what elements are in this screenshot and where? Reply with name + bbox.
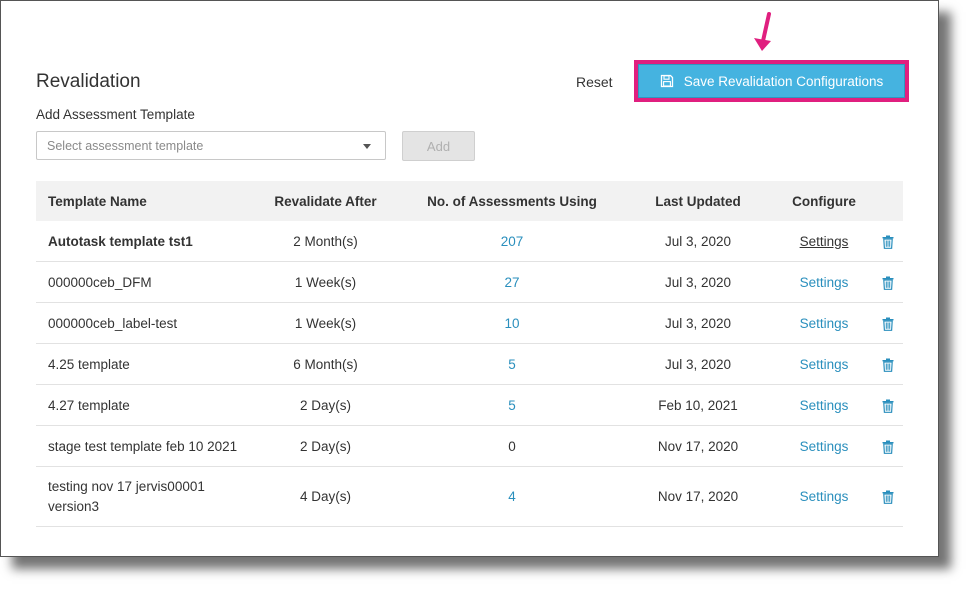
assessment-count-link[interactable]: 10 xyxy=(504,316,519,331)
assessment-count-link[interactable]: 5 xyxy=(508,357,516,372)
add-button[interactable]: Add xyxy=(402,131,475,161)
last-updated: Jul 3, 2020 xyxy=(664,356,732,372)
assessment-template-select[interactable]: Select assessment template xyxy=(36,131,386,160)
trash-icon[interactable] xyxy=(882,399,894,413)
template-name: 4.25 template xyxy=(48,356,130,372)
table-row: testing nov 17 jervis00001 version3 4 Da… xyxy=(36,467,903,527)
settings-link[interactable]: Settings xyxy=(800,398,849,413)
select-placeholder: Select assessment template xyxy=(47,138,204,153)
last-updated: Jul 3, 2020 xyxy=(664,233,732,249)
settings-link[interactable]: Settings xyxy=(800,275,849,290)
settings-link[interactable]: Settings xyxy=(800,357,849,372)
settings-link[interactable]: Settings xyxy=(800,234,849,249)
trash-icon[interactable] xyxy=(882,276,894,290)
caret-down-icon xyxy=(363,144,371,149)
column-header: Last Updated xyxy=(655,193,741,209)
last-updated: Jul 3, 2020 xyxy=(664,274,732,290)
assessment-count-link[interactable]: 27 xyxy=(504,275,519,290)
save-button-label: Save Revalidation Configurations xyxy=(683,73,884,89)
column-header: No. of Assessments Using xyxy=(427,193,597,209)
page-title: Revalidation xyxy=(36,71,141,92)
revalidate-after: 1 Week(s) xyxy=(294,315,357,331)
template-name: Autotask template tst1 xyxy=(48,233,193,249)
save-revalidation-button[interactable]: Save Revalidation Configurations xyxy=(638,64,905,98)
revalidate-after: 2 Month(s) xyxy=(293,233,358,249)
settings-link[interactable]: Settings xyxy=(800,439,849,454)
trash-icon[interactable] xyxy=(882,490,894,505)
revalidate-after: 1 Week(s) xyxy=(294,274,357,290)
template-name: 000000ceb_label-test xyxy=(48,315,178,331)
column-header: Configure xyxy=(792,193,856,209)
assessment-count-link[interactable]: 5 xyxy=(508,398,516,413)
table-row: Autotask template tst1 2 Month(s) 207 Ju… xyxy=(36,221,903,262)
templates-table: Template Name Revalidate After No. of As… xyxy=(36,181,903,527)
floppy-disk-icon xyxy=(660,74,673,88)
template-name: 000000ceb_DFM xyxy=(48,274,152,290)
table-row: stage test template feb 10 2021 2 Day(s)… xyxy=(36,426,903,467)
trash-icon[interactable] xyxy=(882,235,894,249)
column-header: Template Name xyxy=(48,193,147,209)
table-row: 4.25 template 6 Month(s) 5 Jul 3, 2020 S… xyxy=(36,344,903,385)
add-template-label: Add Assessment Template xyxy=(36,107,195,122)
settings-link[interactable]: Settings xyxy=(800,489,849,504)
assessment-count: 0 xyxy=(508,438,516,454)
revalidate-after: 4 Day(s) xyxy=(299,489,351,504)
last-updated: Nov 17, 2020 xyxy=(657,438,739,454)
revalidate-after: 2 Day(s) xyxy=(299,397,351,413)
annotation-arrow-icon xyxy=(754,12,771,51)
table-header: Template Name Revalidate After No. of As… xyxy=(36,181,903,221)
template-name: stage test template feb 10 2021 xyxy=(48,438,238,454)
last-updated: Feb 10, 2021 xyxy=(658,397,738,413)
assessment-count-link[interactable]: 4 xyxy=(508,489,516,504)
trash-icon[interactable] xyxy=(882,317,894,331)
last-updated: Jul 3, 2020 xyxy=(664,315,732,331)
column-header: Revalidate After xyxy=(274,193,377,209)
table-row: 000000ceb_DFM 1 Week(s) 27 Jul 3, 2020 S… xyxy=(36,262,903,303)
settings-link[interactable]: Settings xyxy=(800,316,849,331)
trash-icon[interactable] xyxy=(882,440,894,454)
table-row: 4.27 template 2 Day(s) 5 Feb 10, 2021 Se… xyxy=(36,385,903,426)
reset-button[interactable]: Reset xyxy=(576,74,613,90)
trash-icon[interactable] xyxy=(882,358,894,372)
revalidate-after: 6 Month(s) xyxy=(293,356,358,372)
revalidation-panel: Revalidation Reset Save Revalidation Con… xyxy=(0,0,939,557)
revalidate-after: 2 Day(s) xyxy=(299,438,351,454)
last-updated: Nov 17, 2020 xyxy=(657,489,739,504)
assessment-count-link[interactable]: 207 xyxy=(501,234,524,249)
template-name: testing nov 17 jervis00001 version3 xyxy=(48,478,205,514)
template-name: 4.27 template xyxy=(48,397,130,413)
table-row: 000000ceb_label-test 1 Week(s) 10 Jul 3,… xyxy=(36,303,903,344)
